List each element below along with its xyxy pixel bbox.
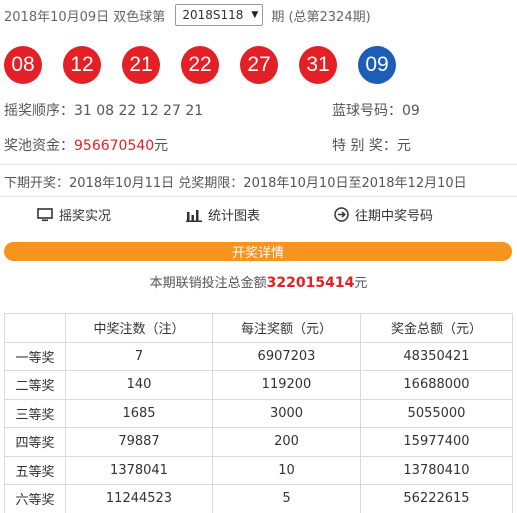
prize-level: 五等奖 xyxy=(4,455,66,485)
table-row: 六等奖 11244523 5 56222615 xyxy=(4,484,513,513)
prize-pool-unit: 元 xyxy=(154,138,169,154)
red-ball: 27 xyxy=(240,46,278,84)
prize-level: 一等奖 xyxy=(4,341,66,371)
total-sales: 本期联销投注总金额322015414元 xyxy=(0,272,517,291)
special-prize-value: 元 xyxy=(396,138,411,154)
table-row: 五等奖 1378041 10 13780410 xyxy=(4,455,513,485)
stats-chart-link[interactable]: 统计图表 xyxy=(186,205,260,224)
prize-level: 四等奖 xyxy=(4,427,66,457)
draw-date-text: 2018年10月09日 双色球第 xyxy=(4,9,166,25)
column-header: 中奖注数（注） xyxy=(65,313,213,343)
column-header: 奖金总额（元） xyxy=(360,313,513,343)
prize-level: 六等奖 xyxy=(4,484,66,513)
prize-per-ticket: 119200 xyxy=(212,370,361,400)
red-ball: 21 xyxy=(122,46,160,84)
draw-order: 摇奖顺序：31 08 22 12 27 21 xyxy=(4,100,203,120)
blue-number-value: 09 xyxy=(402,103,420,119)
history-numbers-link[interactable]: 往期中奖号码 xyxy=(334,205,433,224)
draw-details-label: 开奖详情 xyxy=(231,246,284,261)
special-prize-label: 特 别 奖： xyxy=(332,138,397,154)
blue-ball: 09 xyxy=(358,46,396,84)
links-row: 摇奖实况 统计图表 往期中奖号码 xyxy=(0,205,517,227)
winner-count: 1378041 xyxy=(65,455,213,485)
red-ball: 31 xyxy=(299,46,337,84)
bar-chart-icon xyxy=(186,209,202,222)
prize-total: 56222615 xyxy=(360,484,513,513)
prize-total: 15977400 xyxy=(360,427,513,457)
stats-chart-label: 统计图表 xyxy=(208,209,261,224)
live-draw-label: 摇奖实况 xyxy=(59,209,112,224)
table-header-row: 中奖注数（注） 每注奖额（元） 奖金总额（元） xyxy=(4,313,513,343)
dropdown-arrow-icon: ▼ xyxy=(251,10,259,20)
live-draw-link[interactable]: 摇奖实况 xyxy=(37,205,111,224)
draw-order-label: 摇奖顺序： xyxy=(4,103,74,119)
issue-select-value: 2018S118 xyxy=(182,8,244,22)
divider xyxy=(0,164,517,165)
divider xyxy=(0,196,517,197)
prize-level: 二等奖 xyxy=(4,370,66,400)
draw-order-value: 31 08 22 12 27 21 xyxy=(74,103,204,119)
draw-details-bar[interactable]: 开奖详情 xyxy=(4,242,512,261)
prize-per-ticket: 200 xyxy=(212,427,361,457)
arrow-circle-icon xyxy=(334,207,349,222)
prize-pool-label: 奖池资金： xyxy=(4,138,74,154)
prize-total: 5055000 xyxy=(360,398,513,428)
table-row: 四等奖 79887 200 15977400 xyxy=(4,427,513,457)
prize-total: 13780410 xyxy=(360,455,513,485)
prize-pool: 奖池资金：956670540元 xyxy=(4,135,168,155)
history-numbers-label: 往期中奖号码 xyxy=(355,209,434,224)
prize-total: 48350421 xyxy=(360,341,513,371)
next-draw-dates: 下期开奖：2018年10月11日 兑奖期限：2018年10月10日至2018年1… xyxy=(4,176,467,191)
red-ball: 12 xyxy=(63,46,101,84)
winner-count: 11244523 xyxy=(65,484,213,513)
column-header: 每注奖额（元） xyxy=(212,313,361,343)
special-prize: 特 别 奖：元 xyxy=(332,135,411,155)
prize-per-ticket: 6907203 xyxy=(212,341,361,371)
blue-number: 蓝球号码：09 xyxy=(332,100,420,120)
column-header xyxy=(4,313,66,343)
red-ball: 22 xyxy=(181,46,219,84)
total-sales-amount: 322015414 xyxy=(266,275,355,291)
prize-level: 三等奖 xyxy=(4,398,66,428)
red-ball: 08 xyxy=(4,46,42,84)
prize-per-ticket: 10 xyxy=(212,455,361,485)
issue-select[interactable]: 2018S118 ▼ xyxy=(175,4,264,26)
prize-pool-value: 956670540 xyxy=(74,138,155,154)
winner-count: 7 xyxy=(65,341,213,371)
winning-balls: 08 12 21 22 27 31 09 xyxy=(4,46,417,84)
table-row: 二等奖 140 119200 16688000 xyxy=(4,370,513,400)
total-sales-label: 本期联销投注总金额 xyxy=(149,276,267,291)
prize-per-ticket: 3000 xyxy=(212,398,361,428)
winner-count: 1685 xyxy=(65,398,213,428)
issue-total-text: 期 (总第2324期) xyxy=(271,9,371,25)
prize-per-ticket: 5 xyxy=(212,484,361,513)
table-row: 三等奖 1685 3000 5055000 xyxy=(4,398,513,428)
winner-count: 79887 xyxy=(65,427,213,457)
prize-total: 16688000 xyxy=(360,370,513,400)
total-sales-unit: 元 xyxy=(354,276,368,291)
winner-count: 140 xyxy=(65,370,213,400)
table-row: 一等奖 7 6907203 48350421 xyxy=(4,341,513,371)
draw-header: 2018年10月09日 双色球第 2018S118 ▼ 期 (总第2324期) xyxy=(4,4,371,26)
prize-table: 中奖注数（注） 每注奖额（元） 奖金总额（元） 一等奖 7 6907203 48… xyxy=(4,313,513,513)
blue-number-label: 蓝球号码： xyxy=(332,103,402,119)
monitor-icon xyxy=(37,207,53,221)
